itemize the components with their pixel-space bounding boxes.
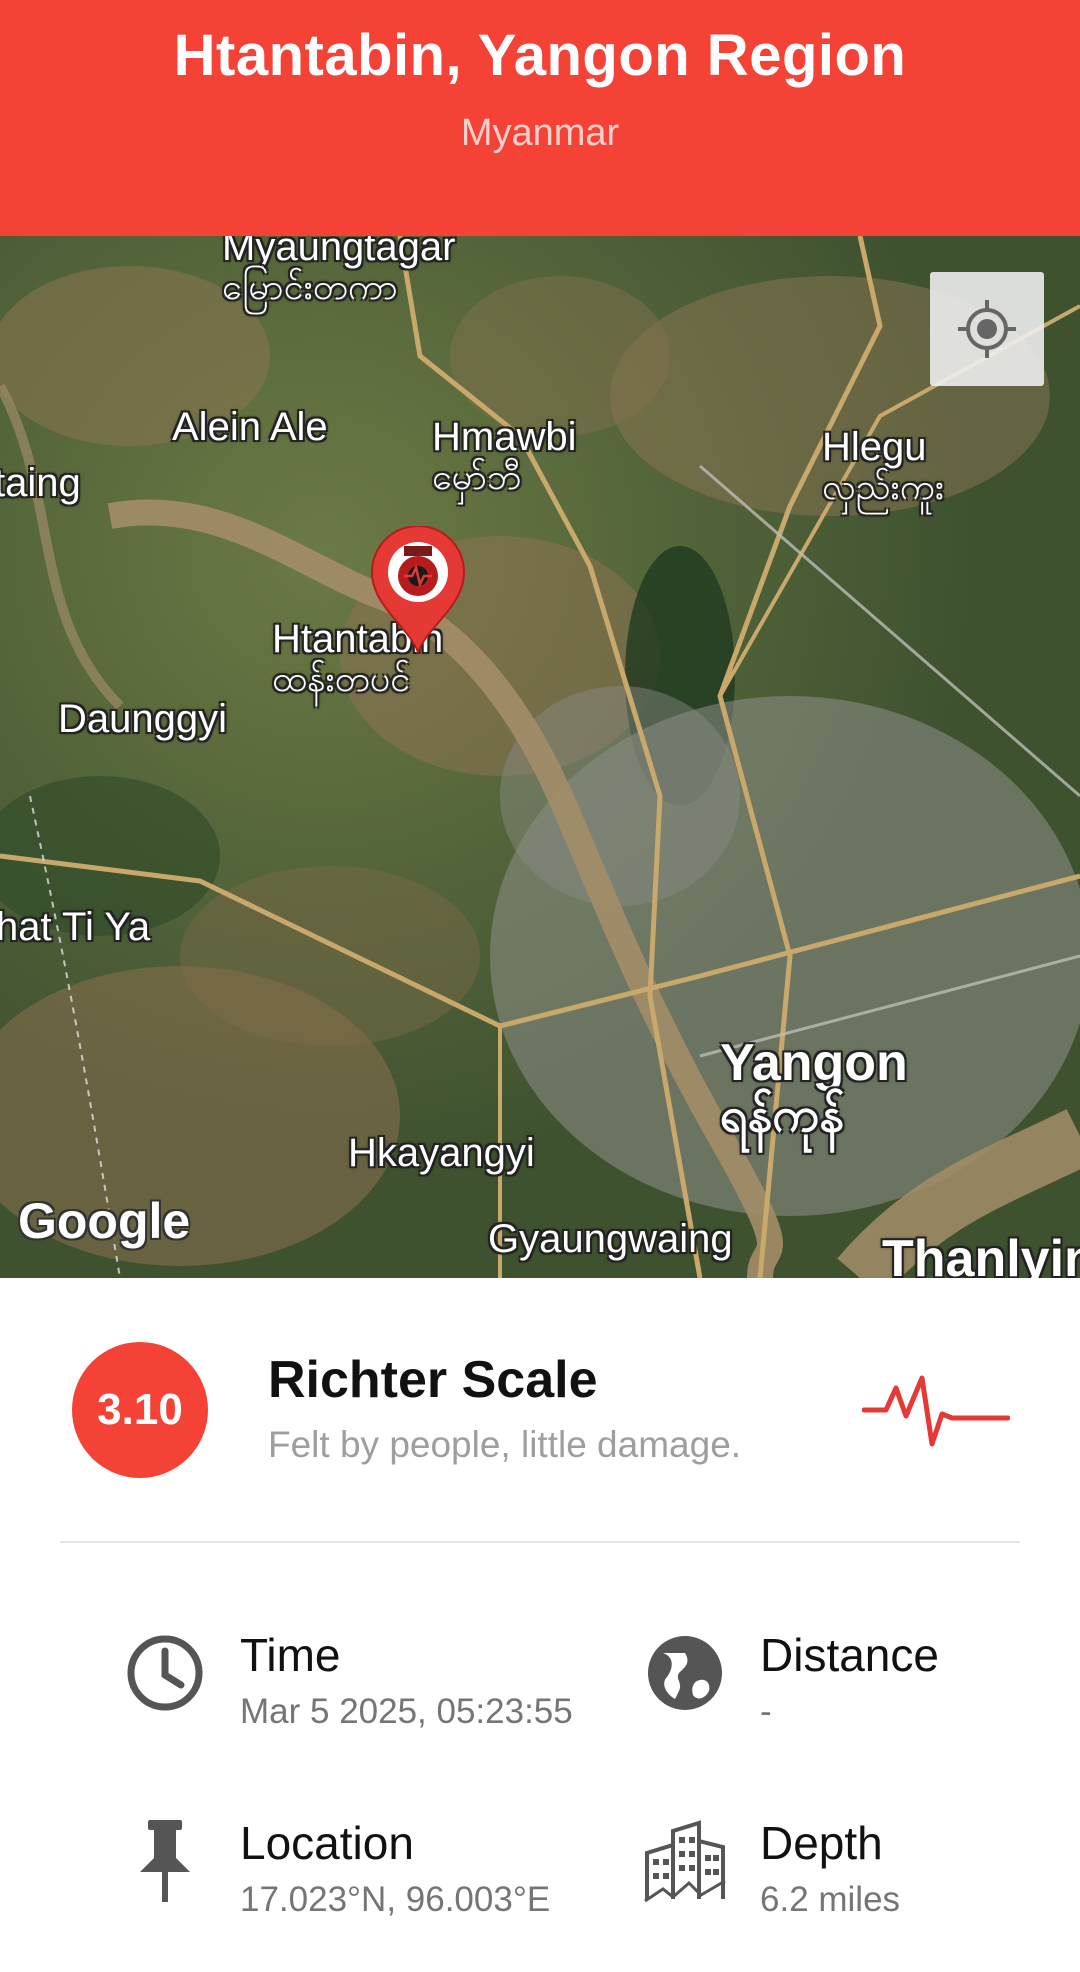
- map-label-daunggyi: Daunggyi: [58, 697, 228, 741]
- my-location-button[interactable]: [930, 272, 1044, 386]
- depth-item: Depth 6.2 miles: [640, 1816, 1060, 1936]
- map-label-hmawbi: Hmawbi မှော်ဘီ: [432, 415, 577, 497]
- country-subtitle: Myanmar: [460, 112, 620, 154]
- distance-label: Distance: [760, 1629, 939, 1681]
- place-title: Htantabin, Yangon Region: [173, 23, 907, 88]
- header-bar: Htantabin, Yangon Region Myanmar: [0, 0, 1080, 236]
- map-label-myaungtagar: Myaungtagar မြောင်းတကာ: [222, 236, 456, 307]
- map-label-nat-ti-ya: hat Ti Ya: [0, 905, 151, 949]
- location-item: Location 17.023°N, 96.003°E: [120, 1816, 580, 1936]
- location-value: 17.023°N, 96.003°E: [240, 1880, 551, 1919]
- map-view[interactable]: Myaungtagar မြောင်းတကာ 5 Alein Ale Hmawb…: [0, 236, 1080, 1278]
- time-label: Time: [240, 1629, 341, 1681]
- pushpin-icon: [120, 1816, 210, 1906]
- magnitude-badge: 3.10: [72, 1342, 208, 1478]
- map-label-thanlyin: Thanlyin: [882, 1230, 1080, 1278]
- location-label: Location: [240, 1817, 414, 1869]
- divider: [60, 1541, 1020, 1543]
- map-pin-icon[interactable]: [368, 526, 468, 656]
- map-label-taing: taing: [0, 461, 81, 505]
- buildings-icon: [640, 1816, 730, 1906]
- depth-label: Depth: [760, 1817, 883, 1869]
- distance-item: Distance -: [640, 1628, 1060, 1748]
- map-terrain: [0, 236, 1080, 1278]
- my-location-icon: [958, 300, 1016, 358]
- google-attribution[interactable]: Google: [18, 1192, 190, 1250]
- scale-title: Richter Scale: [268, 1351, 598, 1409]
- time-item: Time Mar 5 2025, 05:23:55: [120, 1628, 580, 1748]
- clock-icon: [120, 1628, 210, 1718]
- map-label-yangon: Yangon ရန်ကုန်: [720, 1034, 908, 1142]
- magnitude-row: 3.10 Richter Scale Felt by people, littl…: [0, 1278, 1080, 1542]
- scale-description: Felt by people, little damage.: [268, 1424, 742, 1465]
- time-value: Mar 5 2025, 05:23:55: [240, 1692, 573, 1731]
- depth-value: 6.2 miles: [760, 1880, 901, 1919]
- distance-value: -: [760, 1692, 772, 1731]
- map-label-alein-ale: Alein Ale: [172, 405, 328, 449]
- map-label-hlegu: Hlegu လှည်းကူး: [822, 425, 945, 507]
- pulse-icon: [862, 1375, 1010, 1447]
- map-label-gyaungwaing: Gyaungwaing: [488, 1217, 733, 1261]
- globe-icon: [640, 1628, 730, 1718]
- map-label-hkayangyi: Hkayangyi: [348, 1131, 535, 1175]
